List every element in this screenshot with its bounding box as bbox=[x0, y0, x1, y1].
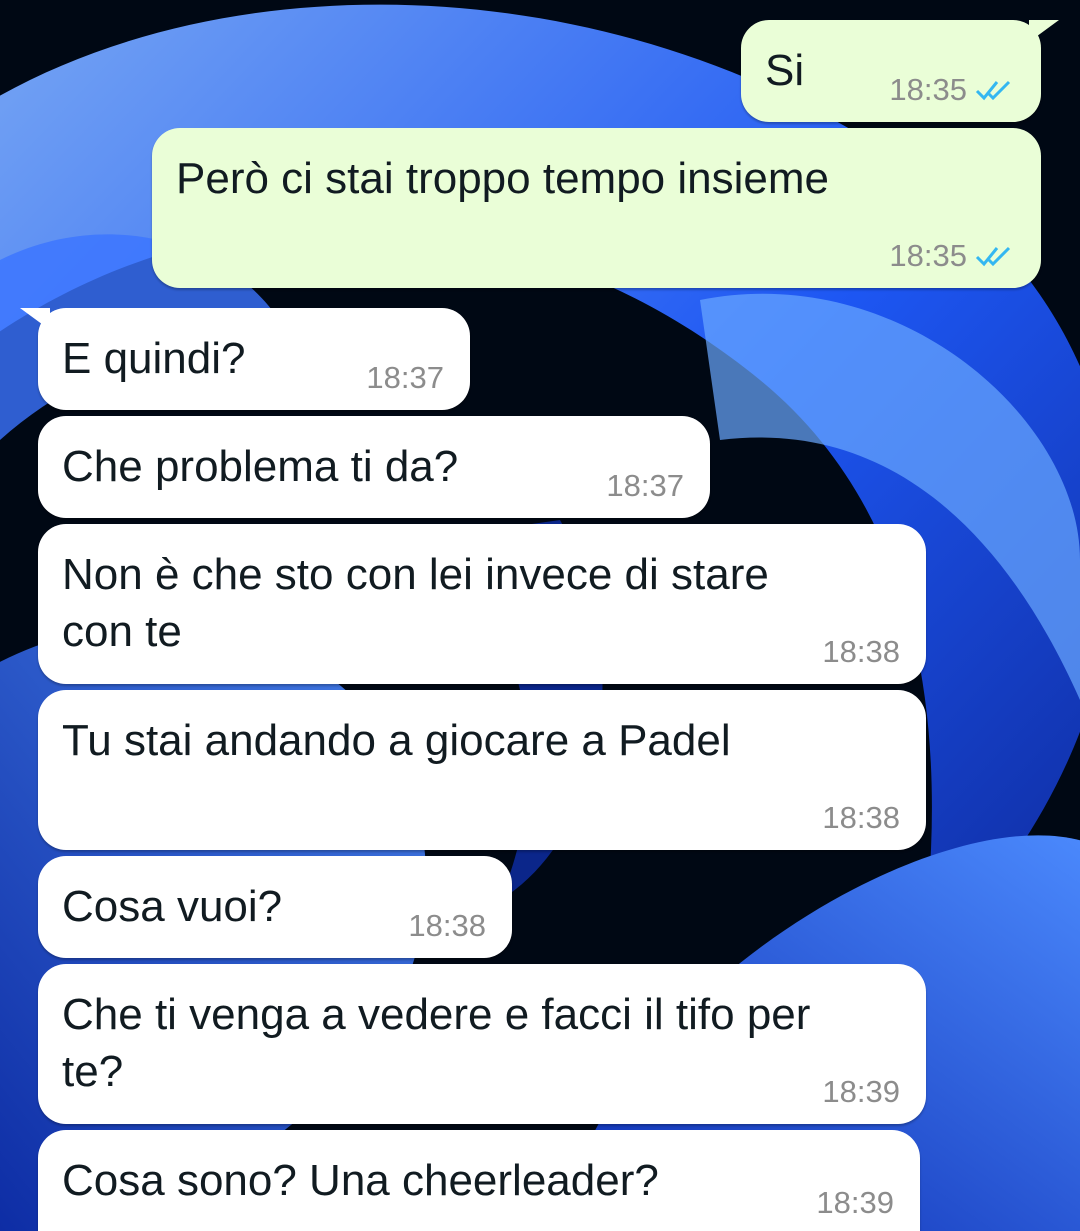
message-meta: 18:37 bbox=[366, 360, 444, 396]
message-text: Che problema ti da? bbox=[62, 442, 459, 491]
double-check-icon bbox=[975, 78, 1015, 102]
message-time: 18:37 bbox=[366, 360, 444, 395]
message-bubble-incoming[interactable]: Tu stai andando a giocare a Padel 18:38 bbox=[38, 690, 926, 850]
bubble-tail bbox=[1029, 20, 1059, 42]
message-time: 18:37 bbox=[606, 468, 684, 503]
message-time: 18:39 bbox=[822, 1074, 900, 1109]
bubble-tail bbox=[20, 308, 50, 330]
message-text: E quindi? bbox=[62, 334, 246, 383]
message-meta: 18:38 bbox=[822, 800, 900, 836]
message-time: 18:38 bbox=[822, 634, 900, 669]
message-time: 18:39 bbox=[816, 1185, 894, 1220]
chat-thread[interactable]: Si 18:35 Però ci stai troppo tempo insie… bbox=[0, 0, 1080, 1231]
message-text: Che ti venga a vedere e facci il tifo pe… bbox=[62, 990, 811, 1096]
message-bubble-incoming[interactable]: Che ti venga a vedere e facci il tifo pe… bbox=[38, 964, 926, 1124]
message-bubble-incoming[interactable]: Non è che sto con lei invece di stare co… bbox=[38, 524, 926, 684]
message-meta: 18:37 bbox=[606, 468, 684, 504]
message-bubble-incoming[interactable]: E quindi? 18:37 bbox=[20, 308, 470, 410]
message-meta: 18:35 bbox=[889, 238, 1015, 274]
double-check-icon bbox=[975, 244, 1015, 268]
message-time: 18:38 bbox=[822, 800, 900, 835]
message-text: Cosa sono? Una cheerleader? bbox=[62, 1156, 659, 1205]
message-bubble-outgoing[interactable]: Si 18:35 bbox=[741, 20, 1059, 122]
message-time: 18:35 bbox=[889, 72, 967, 107]
message-meta: 18:38 bbox=[822, 634, 900, 670]
message-meta: 18:39 bbox=[822, 1074, 900, 1110]
message-bubble-incoming[interactable]: Che problema ti da? 18:37 bbox=[38, 416, 710, 518]
message-meta: 18:39 bbox=[816, 1185, 894, 1221]
message-time: 18:35 bbox=[889, 238, 967, 273]
message-text: Non è che sto con lei invece di stare co… bbox=[62, 550, 769, 656]
message-bubble-incoming[interactable]: Cosa vuoi? 18:38 bbox=[38, 856, 512, 958]
message-text: Però ci stai troppo tempo insieme bbox=[176, 154, 829, 203]
message-text: Tu stai andando a giocare a Padel bbox=[62, 716, 731, 765]
message-time: 18:38 bbox=[408, 908, 486, 943]
message-text: Si bbox=[765, 46, 805, 95]
message-meta: 18:38 bbox=[408, 908, 486, 944]
message-meta: 18:35 bbox=[889, 72, 1015, 108]
message-text: Cosa vuoi? bbox=[62, 882, 283, 931]
message-bubble-incoming[interactable]: Cosa sono? Una cheerleader? 18:39 bbox=[38, 1130, 920, 1231]
message-bubble-outgoing[interactable]: Però ci stai troppo tempo insieme 18:35 bbox=[152, 128, 1041, 288]
